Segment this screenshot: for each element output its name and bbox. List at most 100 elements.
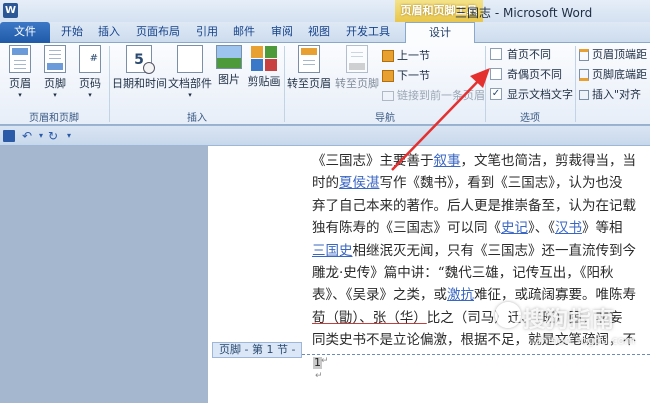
title-bar: W 页眉和页脚工具 三国志 - Microsoft Word [0,0,650,22]
option-show-document-text[interactable]: ✓ 显示文档文字 [490,86,573,104]
tab-references[interactable]: 引用 [190,22,224,43]
clip-art-label: 剪贴画 [247,75,281,88]
header-distance-icon [579,49,589,61]
text-run: 荀（勖）、张（华） [312,309,427,326]
group-label-header-footer: 页眉和页脚 [29,113,79,124]
watermark-main: 搜狗指南 [523,308,616,333]
previous-icon [382,50,394,62]
calendar-icon: 5 [126,45,155,74]
tab-page-layout[interactable]: 页面布局 [130,22,186,43]
group-label-navigation: 导航 [375,113,395,124]
header-label: 页眉 [9,77,31,90]
hyperlink[interactable]: 三国史 [312,243,353,259]
redo-icon[interactable]: ↻ [46,129,60,143]
window-title: 三国志 - Microsoft Word [455,6,593,20]
chevron-down-icon: ▾ [88,91,92,99]
undo-icon[interactable]: ↶ [20,129,34,143]
text-line: 《三国志》主要善于叙事，文笔也简洁，剪裁得当，当 [312,150,650,172]
chevron-down-icon: ▾ [188,91,192,99]
header-top-distance[interactable]: 页眉顶端距 [579,46,647,64]
tab-view[interactable]: 视图 [302,22,336,43]
text-run: 》等相 [582,220,623,237]
option-odd-even-label: 奇偶页不同 [507,68,562,81]
date-time-button[interactable]: 5 日期和时间 [112,45,167,91]
text-run: 写作《魏书》，看到《三国志》，认为也没 [379,175,623,192]
ribbon-tab-row: 文件 开始 插入 页面布局 引用 邮件 审阅 视图 开发工具 设计 [0,22,650,44]
paragraph-mark-icon: ↵ [315,371,323,381]
tab-review[interactable]: 审阅 [265,22,299,43]
hyperlink[interactable]: 史记 [501,220,528,236]
hyperlink[interactable]: 叙事 [434,153,461,169]
link-icon [382,91,394,101]
tab-design[interactable]: 设计 [405,22,475,44]
next-icon [382,70,394,82]
watermark: 搜狗指南 zhinan.sogou.com [495,300,645,370]
text-run: 》、《 [528,220,555,237]
hyperlink[interactable]: 激抗 [447,287,474,303]
link-previous-button[interactable]: 链接到前一条页眉 [382,87,485,105]
tab-mailings[interactable]: 邮件 [227,22,261,43]
word-logo-icon[interactable]: W [3,3,18,18]
option-show-doc-text-label: 显示文档文字 [507,88,573,101]
picture-icon [216,45,242,69]
footer-bottom-distance[interactable]: 页脚底端距 [579,66,647,84]
footer-distance-icon [579,69,589,81]
tab-home[interactable]: 开始 [55,22,89,43]
header-button[interactable]: 页眉 ▾ [5,45,35,99]
chevron-down-icon: ▾ [18,91,22,99]
customize-qat-icon[interactable]: ▾ [62,129,76,143]
footer-button[interactable]: 页脚 ▾ [40,45,70,99]
option-different-first-page[interactable]: 首页不同 [490,46,551,64]
watermark-sub: zhinan.sogou.com [535,334,636,347]
text-run: 雕龙·史传》篇中讲：“魏代三雄，记传互出，《阳秋 [312,265,614,282]
group-separator [575,46,576,122]
goto-footer-icon [346,45,368,73]
footer-label: 页脚 [44,77,66,90]
date-time-label: 日期和时间 [112,77,167,90]
checkbox-first-page[interactable] [490,48,502,60]
doc-parts-button[interactable]: 文档部件 ▾ [168,45,212,99]
text-run: 弃了自己本来的著作。后人更是推崇备至，认为在记载 [312,197,636,214]
group-label-insert: 插入 [187,113,207,124]
watermark-logo-icon [495,302,521,328]
text-run: ，文笔也简洁，剪裁得当，当 [460,153,637,169]
quick-access-toolbar: ↶ ▾ ↻ ▾ [0,126,650,146]
save-icon[interactable] [3,130,15,142]
checkbox-show-doc-text[interactable]: ✓ [490,88,502,100]
picture-button[interactable]: 图片 [214,45,244,87]
text-line: 独有陈寿的《三国志》可以同《史记》、《汉书》等相 [312,217,650,239]
goto-header-button[interactable]: 转至页眉 [286,45,332,91]
checkbox-odd-even[interactable] [490,68,502,80]
clip-art-button[interactable]: 剪贴画 [246,45,282,89]
footer-bottom-label: 页脚底端距 [592,68,647,81]
option-odd-even-pages[interactable]: 奇偶页不同 [490,66,562,84]
picture-label: 图片 [218,73,240,86]
text-line: 三国史相继泯灭无闻，只有《三国志》还一直流传到今 [312,240,650,262]
ribbon: 页眉 ▾ 页脚 ▾ # 页码 ▾ 页眉和页脚 5 日期和时间 文档部件 ▾ 图片… [0,43,650,125]
hyperlink[interactable]: 夏侯湛 [339,175,380,191]
tab-insert[interactable]: 插入 [92,22,126,43]
goto-footer-label: 转至页脚 [335,77,379,90]
page-number-icon: # [79,45,101,73]
insert-align-label: 插入"对齐 [592,88,642,101]
tab-file[interactable]: 文件 [0,22,50,43]
group-label-options: 选项 [520,113,540,124]
goto-footer-button[interactable]: 转至页脚 [334,45,380,91]
insert-alignment-tab[interactable]: 插入"对齐 [579,86,641,104]
footer-section-tag: 页脚 - 第 1 节 - [212,342,303,358]
chevron-down-icon: ▾ [53,91,57,99]
text-line: 弃了自己本来的著作。后人更是推崇备至，认为在记载 [312,195,650,217]
tab-developer[interactable]: 开发工具 [340,22,396,43]
page-number-button[interactable]: # 页码 ▾ [75,45,105,99]
link-previous-label: 链接到前一条页眉 [397,89,485,102]
page-number-label: 页码 [79,77,101,90]
previous-section-button[interactable]: 上一节 [382,47,430,65]
header-top-label: 页眉顶端距 [592,48,647,61]
hyperlink[interactable]: 汉书 [555,220,582,236]
next-section-button[interactable]: 下一节 [382,67,430,85]
previous-label: 上一节 [397,49,430,62]
text-run: 表》、《吴录》之类，或 [312,287,447,304]
clip-art-icon [250,45,278,71]
footer-icon [44,45,66,73]
text-run: 相继泯灭无闻，只有《三国志》还一直流传到今 [352,242,637,259]
